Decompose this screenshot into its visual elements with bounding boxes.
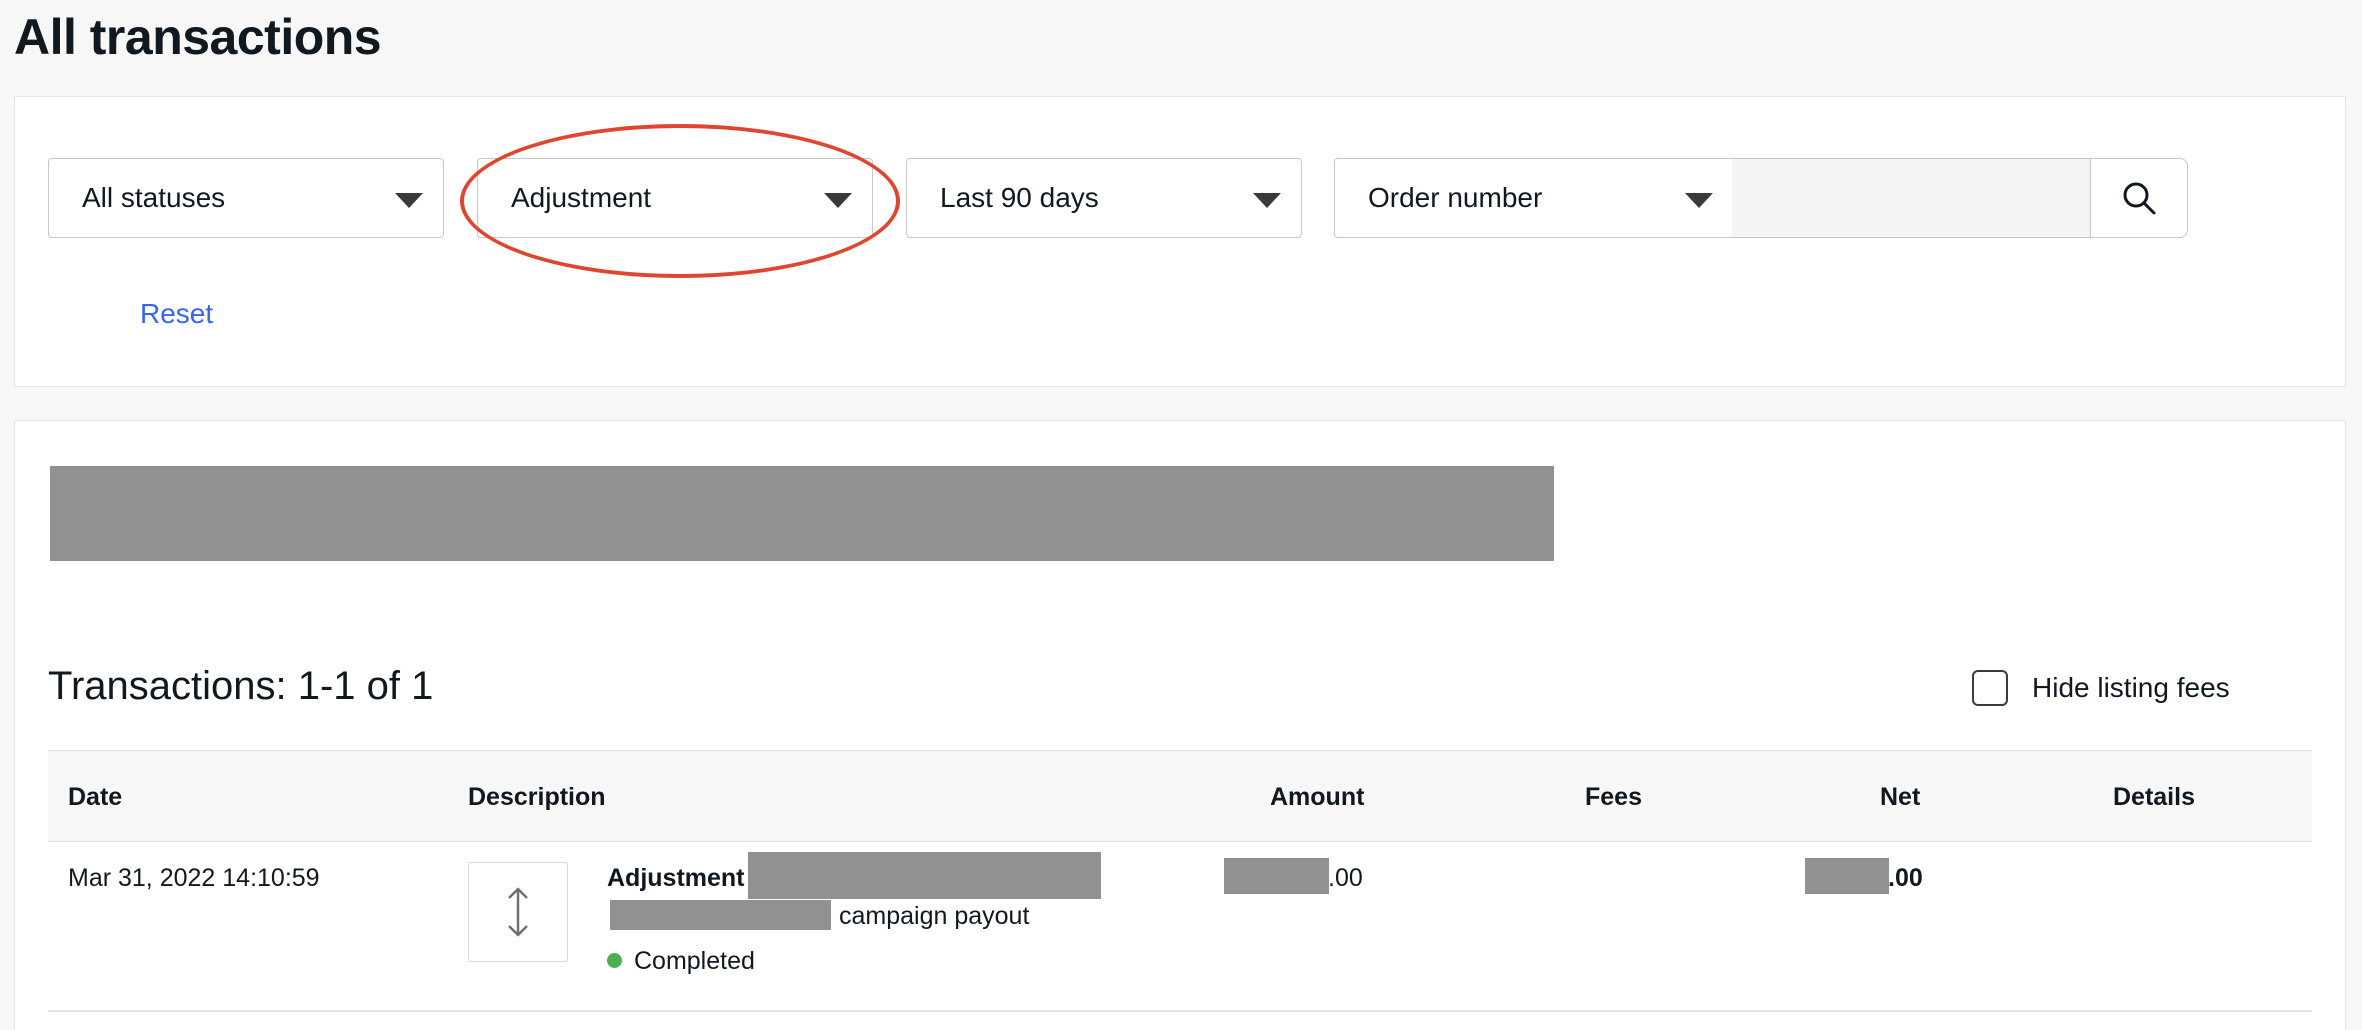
caret-down-icon (824, 193, 852, 208)
caret-down-icon (1253, 193, 1281, 208)
caret-down-icon (395, 193, 423, 208)
redacted-banner (50, 466, 1554, 561)
transaction-icon-box (468, 862, 568, 962)
row-amount: .00 (1328, 864, 1363, 892)
column-header-date[interactable]: Date (68, 783, 122, 812)
row-status-label: Completed (634, 947, 755, 975)
row-type[interactable]: Adjustment (607, 864, 745, 893)
search-button[interactable] (2090, 158, 2188, 238)
type-filter-value: Adjustment (511, 182, 652, 213)
transactions-count: Transactions: 1-1 of 1 (48, 664, 434, 708)
row-date: Mar 31, 2022 14:10:59 (68, 864, 320, 892)
search-type-select[interactable]: Order number (1334, 158, 1734, 238)
hide-listing-fees-checkbox[interactable]: Hide listing fees (1972, 670, 2230, 706)
row-divider (48, 1010, 2312, 1012)
checkbox-box[interactable] (1972, 670, 2008, 706)
caret-down-icon (1685, 193, 1713, 208)
row-description: campaign payout (839, 902, 1030, 930)
column-header-fees: Fees (1585, 783, 1642, 811)
column-header-description: Description (468, 783, 606, 811)
redacted-description-2 (610, 900, 831, 930)
table-header: Date Description Amount Fees Net Details (48, 750, 2312, 842)
status-filter-value: All statuses (82, 182, 226, 213)
row-net: .00 (1888, 864, 1923, 892)
search-input[interactable] (1732, 158, 2092, 238)
column-header-net: Net (1880, 783, 1921, 811)
row-status: Completed (607, 947, 755, 976)
filter-panel (14, 96, 2346, 387)
status-dot (607, 952, 622, 968)
date-range-select[interactable]: Last 90 days (906, 158, 1302, 238)
column-header-amount: Amount (1270, 783, 1365, 811)
page-title: All transactions (14, 9, 382, 65)
column-header-details: Details (2113, 783, 2195, 811)
search-icon (2123, 182, 2156, 215)
type-filter-select[interactable]: Adjustment (477, 158, 873, 238)
up-down-arrows-icon (508, 887, 528, 937)
date-range-value: Last 90 days (940, 182, 1099, 213)
redacted-net (1805, 858, 1889, 894)
reset-link[interactable]: Reset (140, 298, 213, 330)
redacted-amount (1224, 858, 1329, 894)
hide-listing-fees-label: Hide listing fees (2032, 672, 2230, 703)
redacted-description-1 (748, 852, 1101, 899)
status-filter-select[interactable]: All statuses (48, 158, 444, 238)
search-type-value: Order number (1368, 182, 1543, 213)
